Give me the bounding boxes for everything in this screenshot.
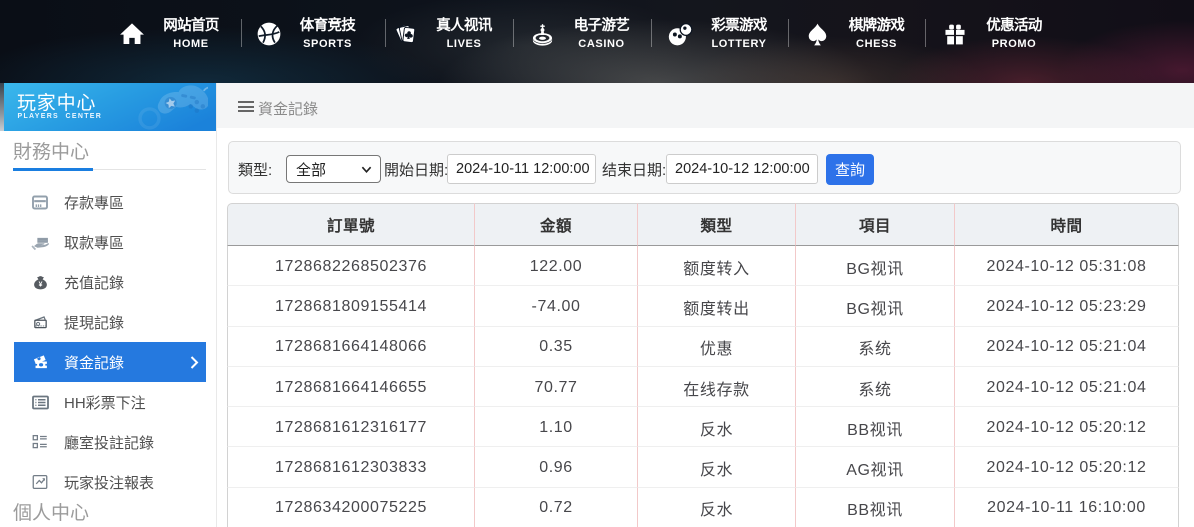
svg-text:¥: ¥: [38, 281, 42, 288]
